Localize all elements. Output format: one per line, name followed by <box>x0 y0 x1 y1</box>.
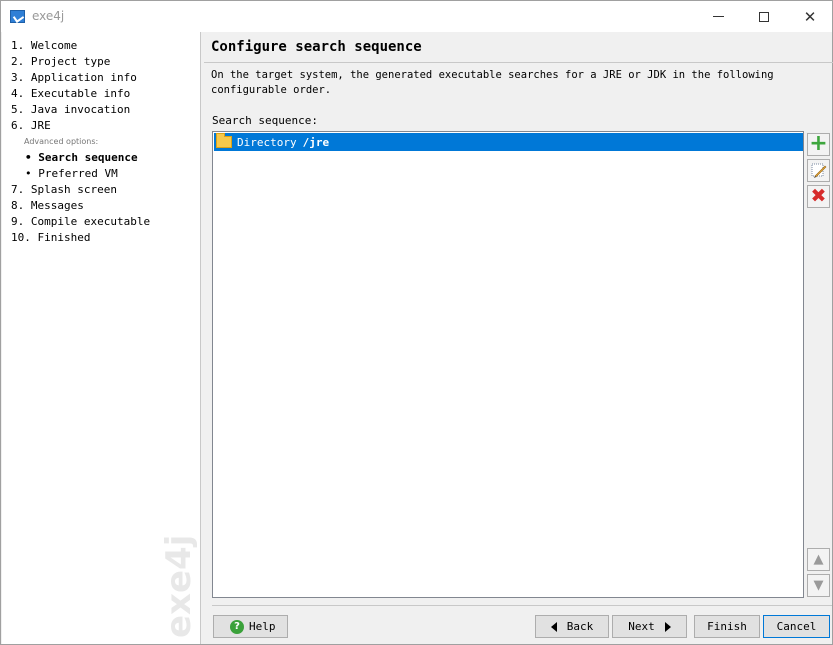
nav-item-executable-info[interactable]: 4. Executable info <box>11 87 130 100</box>
exe4j-watermark-logo: exe4j <box>159 535 199 638</box>
arrow-left-icon <box>550 621 557 632</box>
help-button[interactable]: ? Help <box>213 615 288 638</box>
folder-icon <box>216 133 232 148</box>
nav-item-application-info[interactable]: 3. Application info <box>11 71 137 84</box>
nav-item-preferred-vm[interactable]: • Preferred VM <box>25 167 118 180</box>
exe4j-window: exe4j ✕ 1. Welcome 2. Project type 3. Ap… <box>0 0 833 645</box>
finish-button-label: Finish <box>707 620 747 633</box>
nav-item-messages[interactable]: 8. Messages <box>11 199 84 212</box>
next-button-label: Next <box>628 620 655 633</box>
pencil-icon <box>811 163 827 178</box>
minimize-icon <box>712 16 724 17</box>
move-up-button[interactable]: ▲ <box>807 548 830 571</box>
nav-item-jre[interactable]: 6. JRE <box>11 119 51 132</box>
search-sequence-label: Search sequence: <box>212 114 318 127</box>
nav-item-search-sequence[interactable]: • Search sequence <box>25 151 138 164</box>
plus-icon: + <box>809 130 828 156</box>
footer-divider <box>212 605 832 606</box>
help-button-label: Help <box>249 620 276 633</box>
finish-button[interactable]: Finish <box>694 615 760 638</box>
help-icon: ? <box>230 619 244 634</box>
chevron-up-icon: ▲ <box>813 552 824 567</box>
page-title: Configure search sequence <box>211 39 422 55</box>
next-button[interactable]: Next <box>612 615 687 638</box>
entry-type: Directory <box>237 135 297 149</box>
arrow-right-icon <box>664 621 671 632</box>
minimize-button[interactable] <box>695 1 741 32</box>
title-divider <box>204 62 833 63</box>
back-button-label: Back <box>566 620 594 633</box>
nav-item-splash-screen[interactable]: 7. Splash screen <box>11 183 117 196</box>
title-bar: exe4j ✕ <box>1 1 832 32</box>
app-icon <box>10 10 25 23</box>
entry-path: /jre <box>302 135 330 149</box>
maximize-icon <box>759 11 769 22</box>
delete-icon: ✖ <box>810 185 827 207</box>
maximize-button[interactable] <box>741 1 787 32</box>
list-item[interactable]: Directory /jre <box>214 133 803 151</box>
wizard-steps-sidebar: 1. Welcome 2. Project type 3. Applicatio… <box>2 32 201 644</box>
nav-item-finished[interactable]: 10. Finished <box>11 231 90 244</box>
add-entry-button[interactable]: + <box>807 130 830 156</box>
cancel-button[interactable]: Cancel <box>763 615 830 638</box>
advanced-options-label: Advanced options: <box>24 137 99 146</box>
watermark-text: exe4j <box>159 535 199 638</box>
chevron-down-icon: ▼ <box>813 578 824 593</box>
back-button[interactable]: Back <box>535 615 609 638</box>
edit-entry-button[interactable] <box>807 159 830 182</box>
nav-item-project-type[interactable]: 2. Project type <box>11 55 110 68</box>
cancel-button-label: Cancel <box>776 620 817 633</box>
remove-entry-button[interactable]: ✖ <box>807 185 830 208</box>
nav-item-welcome[interactable]: 1. Welcome <box>11 39 77 52</box>
page-description: On the target system, the generated exec… <box>211 69 774 96</box>
search-sequence-list[interactable]: Directory /jre <box>212 131 804 598</box>
nav-item-java-invocation[interactable]: 5. Java invocation <box>11 103 130 116</box>
close-icon: ✕ <box>803 7 817 26</box>
close-window-button[interactable]: ✕ <box>787 1 833 32</box>
move-down-button[interactable]: ▼ <box>807 574 830 597</box>
window-title: exe4j <box>32 9 65 23</box>
nav-item-compile-executable[interactable]: 9. Compile executable <box>11 215 150 228</box>
